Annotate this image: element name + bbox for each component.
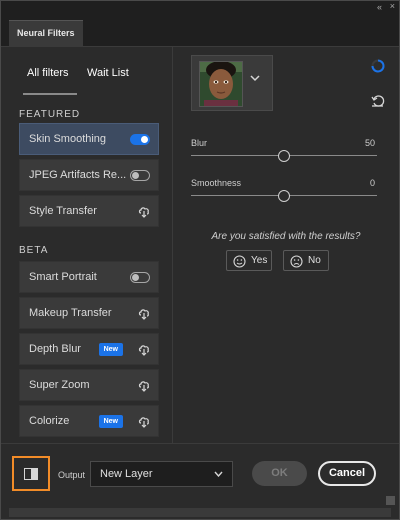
jpeg-artifacts-toggle[interactable] (130, 170, 150, 181)
cloud-download-icon[interactable] (138, 308, 150, 320)
panel-tab-bar: Neural Filters (1, 14, 399, 47)
smoothness-slider[interactable] (191, 190, 377, 202)
tab-wait-list[interactable]: Wait List (87, 67, 129, 79)
show-original-button[interactable] (12, 456, 50, 491)
toggle-knob (132, 172, 139, 179)
slider-value-blur: 50 (364, 138, 375, 148)
output-label: Output (58, 470, 86, 480)
feedback-no-button[interactable]: No (283, 250, 329, 271)
slider-label-blur: Blur (191, 138, 208, 148)
filter-item-label: Depth Blur (29, 343, 81, 355)
filter-item-smart-portrait[interactable]: Smart Portrait (19, 261, 159, 293)
section-label-featured: FEATURED (19, 109, 81, 120)
frown-icon (290, 255, 303, 268)
feedback-question: Are you satisfied with the results? (211, 231, 361, 242)
skin-smoothing-toggle[interactable] (130, 134, 150, 145)
ok-button[interactable]: OK (252, 461, 307, 486)
slider-label-smoothness: Smoothness (191, 178, 242, 188)
tab-all-filters[interactable]: All filters (27, 67, 69, 79)
preview-thumbnail (199, 61, 243, 107)
collapse-panel-icon[interactable]: « (377, 2, 382, 12)
blur-slider[interactable] (191, 150, 377, 162)
portrait-image-icon (200, 62, 242, 106)
toggle-knob (141, 136, 148, 143)
output-select-value: New Layer (100, 468, 153, 480)
panel-top-strip: « × (1, 1, 399, 14)
loading-spinner-icon (371, 59, 385, 73)
reset-parameters-icon[interactable] (371, 95, 385, 107)
chevron-down-icon (214, 471, 223, 477)
output-select[interactable]: New Layer (90, 461, 233, 487)
active-tab-indicator (23, 93, 77, 95)
resize-grip[interactable] (386, 496, 395, 505)
new-badge: New (98, 343, 123, 356)
feedback-yes-button[interactable]: Yes (226, 250, 272, 271)
filter-item-jpeg-artifacts[interactable]: JPEG Artifacts Re... (19, 159, 159, 191)
compare-view-icon (24, 468, 38, 480)
filter-item-label: Smart Portrait (29, 271, 97, 283)
filter-item-colorize[interactable]: Colorize New (19, 405, 159, 437)
panel-bottom-scrollbar[interactable] (9, 508, 391, 517)
feedback-yes-label: Yes (251, 255, 268, 266)
section-label-beta: BETA (19, 245, 49, 256)
cloud-download-icon[interactable] (138, 416, 150, 428)
cloud-download-icon[interactable] (138, 344, 150, 356)
filter-item-makeup-transfer[interactable]: Makeup Transfer (19, 297, 159, 329)
filter-item-label: Makeup Transfer (29, 307, 112, 319)
smoothness-slider-handle[interactable] (278, 190, 290, 202)
blur-slider-handle[interactable] (278, 150, 290, 162)
filter-item-label: JPEG Artifacts Re... (29, 169, 127, 181)
smart-portrait-toggle[interactable] (130, 272, 150, 283)
close-panel-icon[interactable]: × (390, 1, 395, 11)
filter-item-super-zoom[interactable]: Super Zoom (19, 369, 159, 401)
filter-item-style-transfer[interactable]: Style Transfer (19, 195, 159, 227)
slider-value-smoothness: 0 (369, 178, 375, 188)
filter-item-skin-smoothing[interactable]: Skin Smoothing (19, 123, 159, 155)
panel-tab-neural-filters[interactable]: Neural Filters (9, 20, 83, 47)
feedback-no-label: No (308, 255, 321, 266)
new-badge: New (98, 415, 123, 428)
filter-settings-area: Blur 50 Smoothness 0 Are you satisfied w… (173, 47, 399, 443)
cloud-download-icon[interactable] (138, 380, 150, 392)
filter-item-label: Super Zoom (29, 379, 90, 391)
filter-item-label: Colorize (29, 415, 70, 427)
filters-sidebar: All filters Wait List FEATURED Skin Smoo… (9, 47, 173, 439)
cancel-button[interactable]: Cancel (318, 461, 376, 486)
chevron-down-icon[interactable] (250, 74, 260, 82)
cloud-download-icon[interactable] (138, 206, 150, 218)
neural-filters-panel: « × Neural Filters All filters Wait List… (0, 0, 400, 520)
filter-item-label: Style Transfer (29, 205, 97, 217)
filter-item-depth-blur[interactable]: Depth Blur New (19, 333, 159, 365)
toggle-knob (132, 274, 139, 281)
smile-icon (233, 255, 246, 268)
filter-item-label: Skin Smoothing (29, 133, 107, 145)
preview-selector[interactable] (191, 55, 273, 111)
